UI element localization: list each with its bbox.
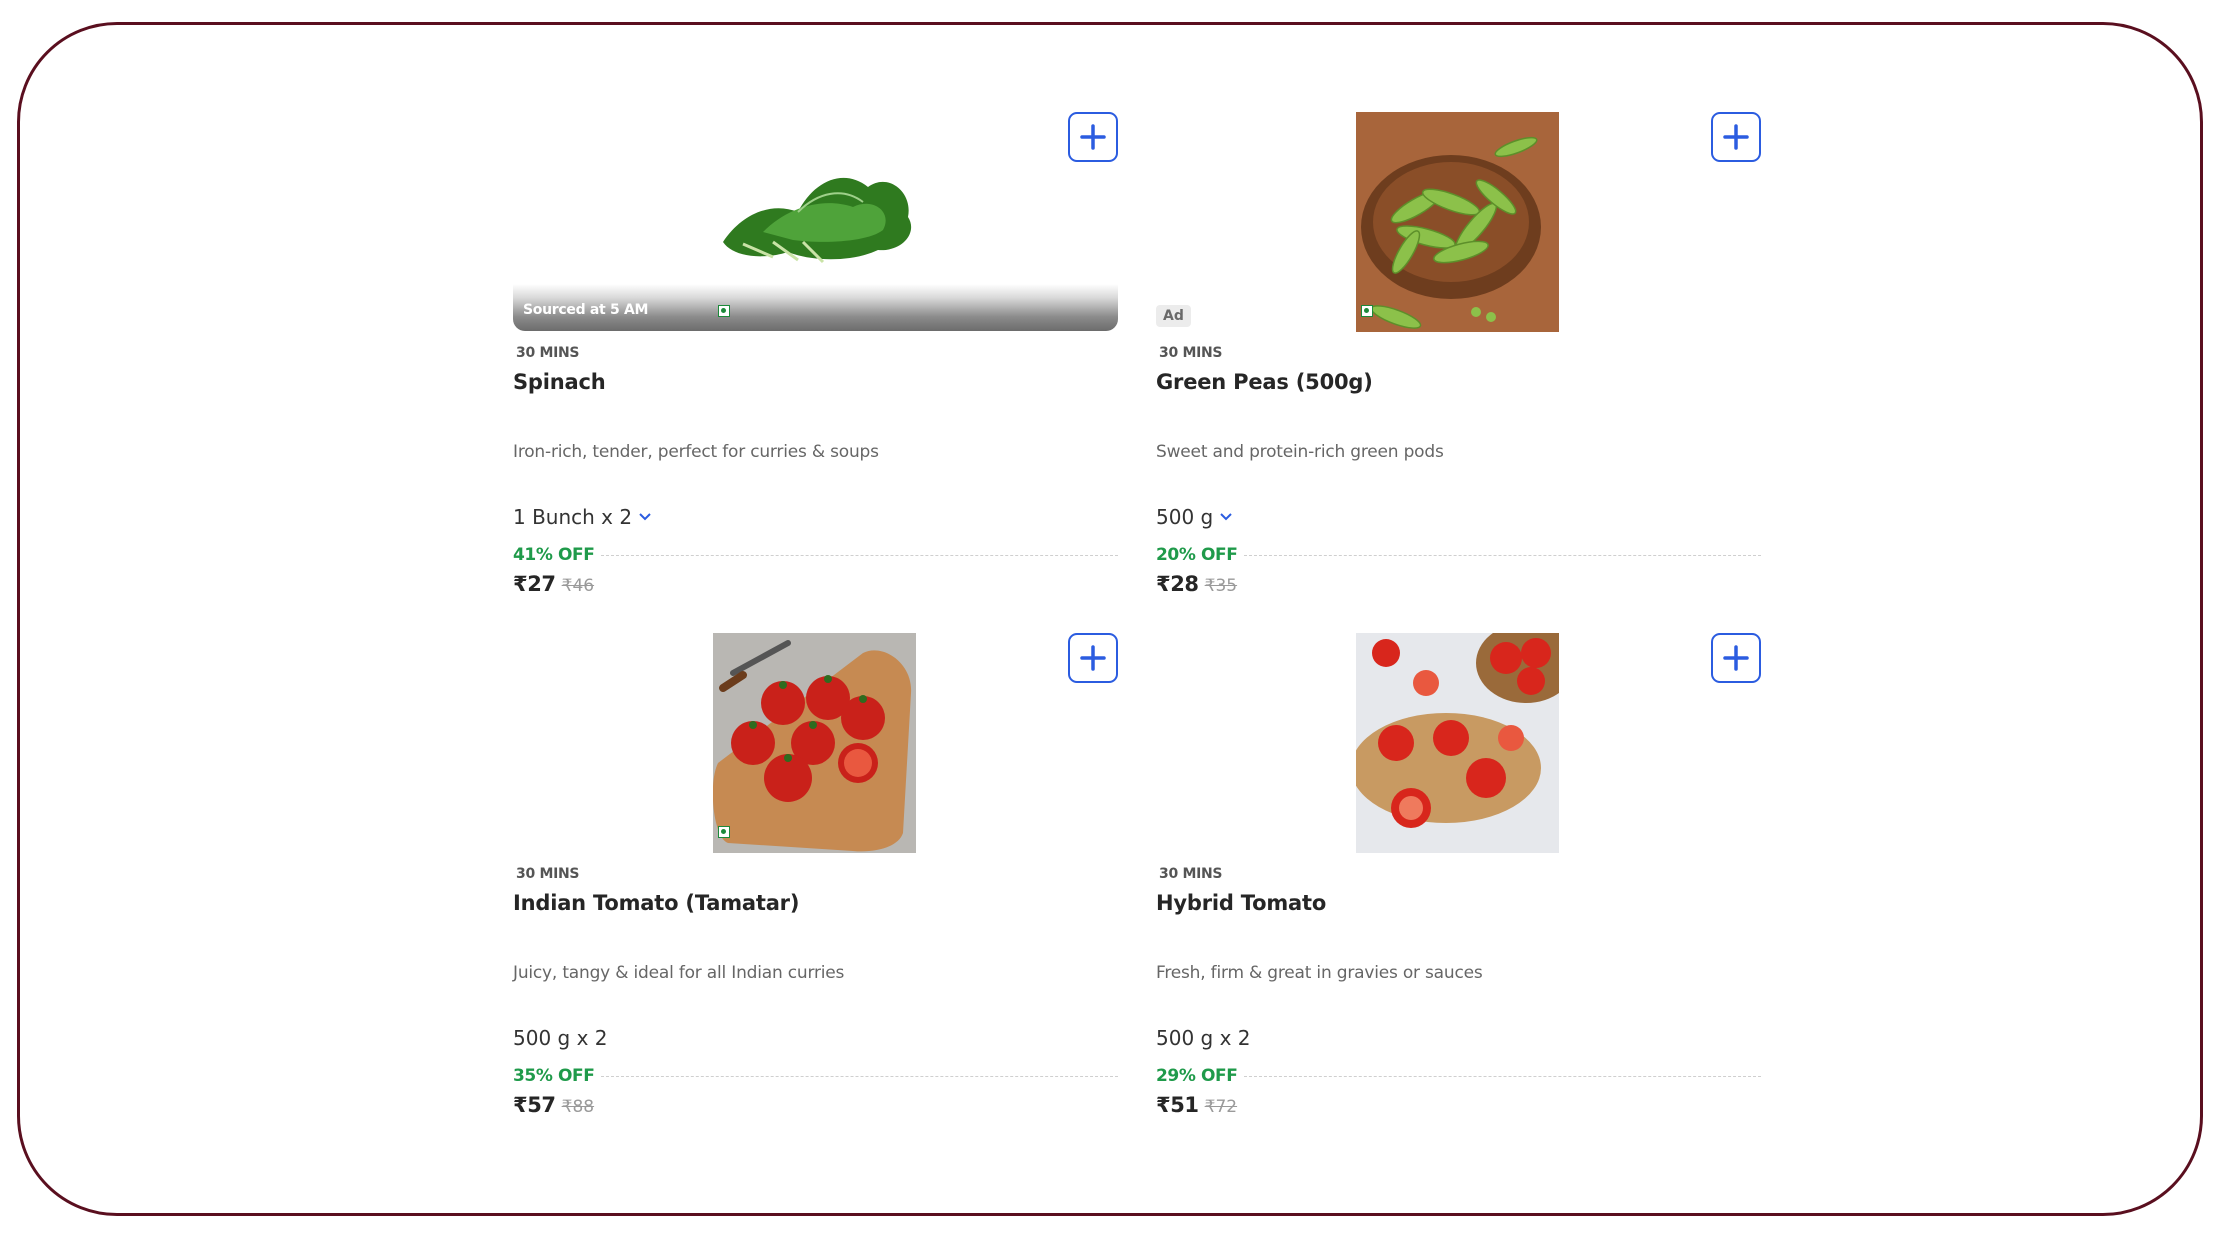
plus-icon bbox=[1723, 124, 1749, 150]
price: ₹57 bbox=[513, 1093, 556, 1117]
veg-indicator-icon bbox=[718, 826, 730, 838]
product-card-spinach[interactable]: Sourced at 5 AM 30 MINS Spinach Iron-ric… bbox=[513, 112, 1118, 622]
delivery-time: 30 MINS bbox=[1159, 866, 1223, 882]
quantity-selector[interactable]: 500 g x 2 bbox=[1156, 1026, 1251, 1050]
discount-row: 20% OFF bbox=[1156, 545, 1761, 565]
indian-tomato-image[interactable] bbox=[713, 633, 916, 853]
original-price: ₹35 bbox=[1204, 576, 1238, 596]
plus-icon bbox=[1723, 645, 1749, 671]
product-name[interactable]: Green Peas (500g) bbox=[1156, 370, 1373, 394]
plus-icon bbox=[1080, 124, 1106, 150]
product-image-area[interactable]: Ad bbox=[1156, 112, 1761, 332]
price-row: ₹51 ₹72 bbox=[1156, 1093, 1237, 1117]
quantity-label: 500 g x 2 bbox=[513, 1026, 608, 1050]
price-row: ₹57 ₹88 bbox=[513, 1093, 594, 1117]
price: ₹27 bbox=[513, 572, 556, 596]
divider bbox=[600, 554, 1118, 556]
chevron-down-icon bbox=[1220, 513, 1232, 521]
price: ₹28 bbox=[1156, 572, 1199, 596]
green-peas-image[interactable] bbox=[1356, 112, 1559, 332]
discount-row: 35% OFF bbox=[513, 1066, 1118, 1086]
quantity-selector[interactable]: 1 Bunch x 2 bbox=[513, 505, 652, 529]
quantity-label: 1 Bunch x 2 bbox=[513, 505, 633, 529]
product-description: Juicy, tangy & ideal for all Indian curr… bbox=[513, 963, 845, 983]
product-card-indian-tomato[interactable]: 30 MINS Indian Tomato (Tamatar) Juicy, t… bbox=[513, 633, 1118, 1143]
product-description: Fresh, firm & great in gravies or sauces bbox=[1156, 963, 1483, 983]
product-image-area[interactable] bbox=[513, 633, 1118, 853]
veg-indicator-icon bbox=[1361, 305, 1373, 317]
discount-label: 41% OFF bbox=[513, 545, 595, 565]
product-description: Sweet and protein-rich green pods bbox=[1156, 442, 1444, 462]
product-image-area[interactable]: Sourced at 5 AM bbox=[513, 112, 1118, 332]
chevron-down-icon bbox=[639, 513, 651, 521]
discount-row: 29% OFF bbox=[1156, 1066, 1761, 1086]
discount-label: 29% OFF bbox=[1156, 1066, 1238, 1086]
plus-icon bbox=[1080, 645, 1106, 671]
ad-badge: Ad bbox=[1156, 305, 1191, 327]
original-price: ₹72 bbox=[1204, 1097, 1238, 1117]
add-to-cart-button[interactable] bbox=[1711, 112, 1761, 162]
product-name[interactable]: Indian Tomato (Tamatar) bbox=[513, 891, 799, 915]
delivery-time: 30 MINS bbox=[516, 345, 580, 361]
spinach-image[interactable] bbox=[703, 112, 928, 292]
veg-indicator-icon bbox=[718, 305, 730, 317]
divider bbox=[1243, 1075, 1761, 1077]
product-name[interactable]: Hybrid Tomato bbox=[1156, 891, 1326, 915]
product-description: Iron-rich, tender, perfect for curries &… bbox=[513, 442, 879, 462]
sourced-badge: Sourced at 5 AM bbox=[523, 302, 649, 318]
quantity-selector[interactable]: 500 g bbox=[1156, 505, 1233, 529]
original-price: ₹46 bbox=[561, 576, 595, 596]
original-price: ₹88 bbox=[561, 1097, 595, 1117]
delivery-time: 30 MINS bbox=[1159, 345, 1223, 361]
product-card-hybrid-tomato[interactable]: 30 MINS Hybrid Tomato Fresh, firm & grea… bbox=[1156, 633, 1761, 1143]
product-name[interactable]: Spinach bbox=[513, 370, 606, 394]
divider bbox=[1243, 554, 1761, 556]
product-image-area[interactable] bbox=[1156, 633, 1761, 853]
add-to-cart-button[interactable] bbox=[1068, 633, 1118, 683]
price-row: ₹27 ₹46 bbox=[513, 572, 594, 596]
discount-row: 41% OFF bbox=[513, 545, 1118, 565]
add-to-cart-button[interactable] bbox=[1068, 112, 1118, 162]
price-row: ₹28 ₹35 bbox=[1156, 572, 1237, 596]
quantity-label: 500 g x 2 bbox=[1156, 1026, 1251, 1050]
quantity-label: 500 g bbox=[1156, 505, 1214, 529]
quantity-selector[interactable]: 500 g x 2 bbox=[513, 1026, 608, 1050]
discount-label: 20% OFF bbox=[1156, 545, 1238, 565]
discount-label: 35% OFF bbox=[513, 1066, 595, 1086]
divider bbox=[600, 1075, 1118, 1077]
price: ₹51 bbox=[1156, 1093, 1199, 1117]
add-to-cart-button[interactable] bbox=[1711, 633, 1761, 683]
product-card-green-peas[interactable]: Ad 30 MINS Green Peas (500g) Sweet and p… bbox=[1156, 112, 1761, 622]
delivery-time: 30 MINS bbox=[516, 866, 580, 882]
hybrid-tomato-image[interactable] bbox=[1356, 633, 1559, 853]
